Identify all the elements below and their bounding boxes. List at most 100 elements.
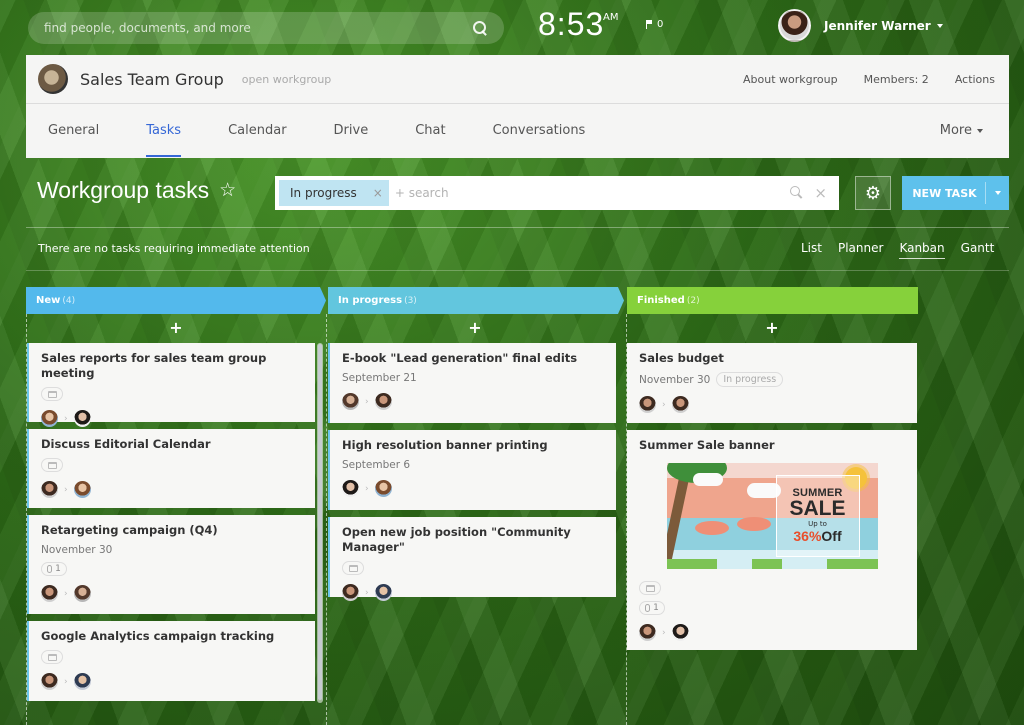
chevron-right-icon: › [365,587,369,598]
grass [826,559,878,569]
task-card[interactable]: E-book "Lead generation" final edits Sep… [328,343,616,423]
calendar-icon [348,564,358,572]
tab-general[interactable]: General [48,104,99,157]
avatar[interactable] [342,393,359,410]
clear-icon[interactable]: × [814,184,827,202]
avatar[interactable] [639,396,656,413]
search-icon[interactable] [472,20,488,36]
task-image-summer-sale[interactable]: SUMMER SALE Up to 36%Off [666,463,878,569]
calendar-icon [47,390,57,398]
task-title: Open new job position "Community Manager… [342,525,571,554]
tab-tasks[interactable]: Tasks [146,104,181,157]
tab-drive[interactable]: Drive [334,104,369,157]
task-card[interactable]: Discuss Editorial Calendar › [27,429,315,508]
chevron-right-icon: › [662,627,666,638]
global-search-input[interactable]: find people, documents, and more [44,21,472,35]
user-avatar[interactable] [778,9,811,42]
view-planner[interactable]: Planner [838,241,883,259]
column-border [326,314,327,725]
flamingo [736,517,771,531]
avatar[interactable] [73,410,91,427]
deadline-pill[interactable] [41,650,63,664]
notifications-button[interactable]: 0 [646,19,663,30]
avatar[interactable] [73,481,91,498]
task-date: November 30 [639,373,711,386]
chevron-right-icon: › [64,413,68,424]
add-task-finished[interactable]: + [762,318,782,337]
deadline-pill[interactable] [41,387,63,401]
task-card[interactable]: High resolution banner printing Septembe… [328,430,616,510]
task-filter[interactable]: In progress × × [275,176,839,210]
avatar[interactable] [73,673,91,690]
search-icon[interactable] [790,186,804,200]
banner-line2: SALE [789,497,846,520]
scrollbar-thumb[interactable] [318,344,322,700]
avatar[interactable] [41,410,58,427]
task-title: Retargeting campaign (Q4) [41,523,218,537]
view-kanban[interactable]: Kanban [899,241,945,259]
grass [666,559,717,569]
column-header-in-progress[interactable]: In progress (3) [328,287,624,314]
avatar[interactable] [639,624,656,641]
new-task-dropdown[interactable] [985,182,1009,204]
new-task-button[interactable]: NEW TASK [902,176,1009,210]
tab-more[interactable]: More [940,104,983,157]
attachments-pill[interactable]: 1 [639,601,665,615]
attachments-count: 1 [653,603,659,613]
filter-search-input[interactable] [394,186,791,200]
avatar[interactable] [374,584,392,601]
task-card[interactable]: Summer Sale banner SUMMER SALE Up to 36%… [627,430,917,650]
avatar[interactable] [342,480,359,497]
avatar[interactable] [374,480,392,497]
column-count: (3) [404,295,417,306]
tab-calendar[interactable]: Calendar [228,104,286,157]
notifications-count: 0 [657,19,664,30]
close-icon[interactable]: × [373,186,383,200]
add-task-in-progress[interactable]: + [465,318,485,337]
deadline-pill[interactable] [41,458,63,472]
avatar[interactable] [374,393,392,410]
group-avatar [38,64,68,94]
tab-conversations[interactable]: Conversations [493,104,586,157]
task-card[interactable]: Sales reports for sales team group meeti… [27,343,315,427]
avatar[interactable] [671,624,689,641]
workgroup-header: Sales Team Group open workgroup About wo… [26,55,1009,158]
deadline-pill[interactable] [342,561,364,575]
task-card[interactable]: Google Analytics campaign tracking › [27,621,315,701]
column-header-finished[interactable]: Finished (2) [627,287,918,314]
view-list[interactable]: List [801,241,822,259]
avatar[interactable] [41,585,58,602]
add-task-new[interactable]: + [166,318,186,337]
members-link[interactable]: Members: 2 [864,73,929,86]
filter-chip[interactable]: In progress × [279,180,389,206]
tab-chat[interactable]: Chat [415,104,445,157]
calendar-icon [645,584,655,592]
avatar[interactable] [73,585,91,602]
task-card[interactable]: Sales budget November 30 In progress › [627,343,917,423]
attachments-pill[interactable]: 1 [41,562,67,576]
star-icon[interactable]: ☆ [219,179,236,202]
about-workgroup-link[interactable]: About workgroup [743,73,838,86]
status-badge: In progress [716,372,784,387]
avatar[interactable] [671,396,689,413]
view-gantt[interactable]: Gantt [961,241,995,259]
column-header-new[interactable]: New (4) [26,287,326,314]
gear-icon: ⚙ [864,182,882,204]
deadline-pill[interactable] [639,581,661,595]
calendar-icon [47,653,57,661]
avatar[interactable] [342,584,359,601]
actions-link[interactable]: Actions [955,73,995,86]
task-date: November 30 [41,544,113,556]
settings-button[interactable]: ⚙ [855,176,891,210]
global-search[interactable]: find people, documents, and more [28,12,504,44]
banner-percent: 36% [793,528,822,544]
task-card[interactable]: Retargeting campaign (Q4) November 30 1 … [27,515,315,614]
avatar[interactable] [41,481,58,498]
divider [26,270,1009,271]
column-title: In progress [338,295,403,306]
calendar-icon [47,461,57,469]
avatar[interactable] [41,673,58,690]
user-menu[interactable]: Jennifer Warner [824,19,943,33]
paperclip-icon [645,604,651,612]
task-card[interactable]: Open new job position "Community Manager… [328,517,616,601]
